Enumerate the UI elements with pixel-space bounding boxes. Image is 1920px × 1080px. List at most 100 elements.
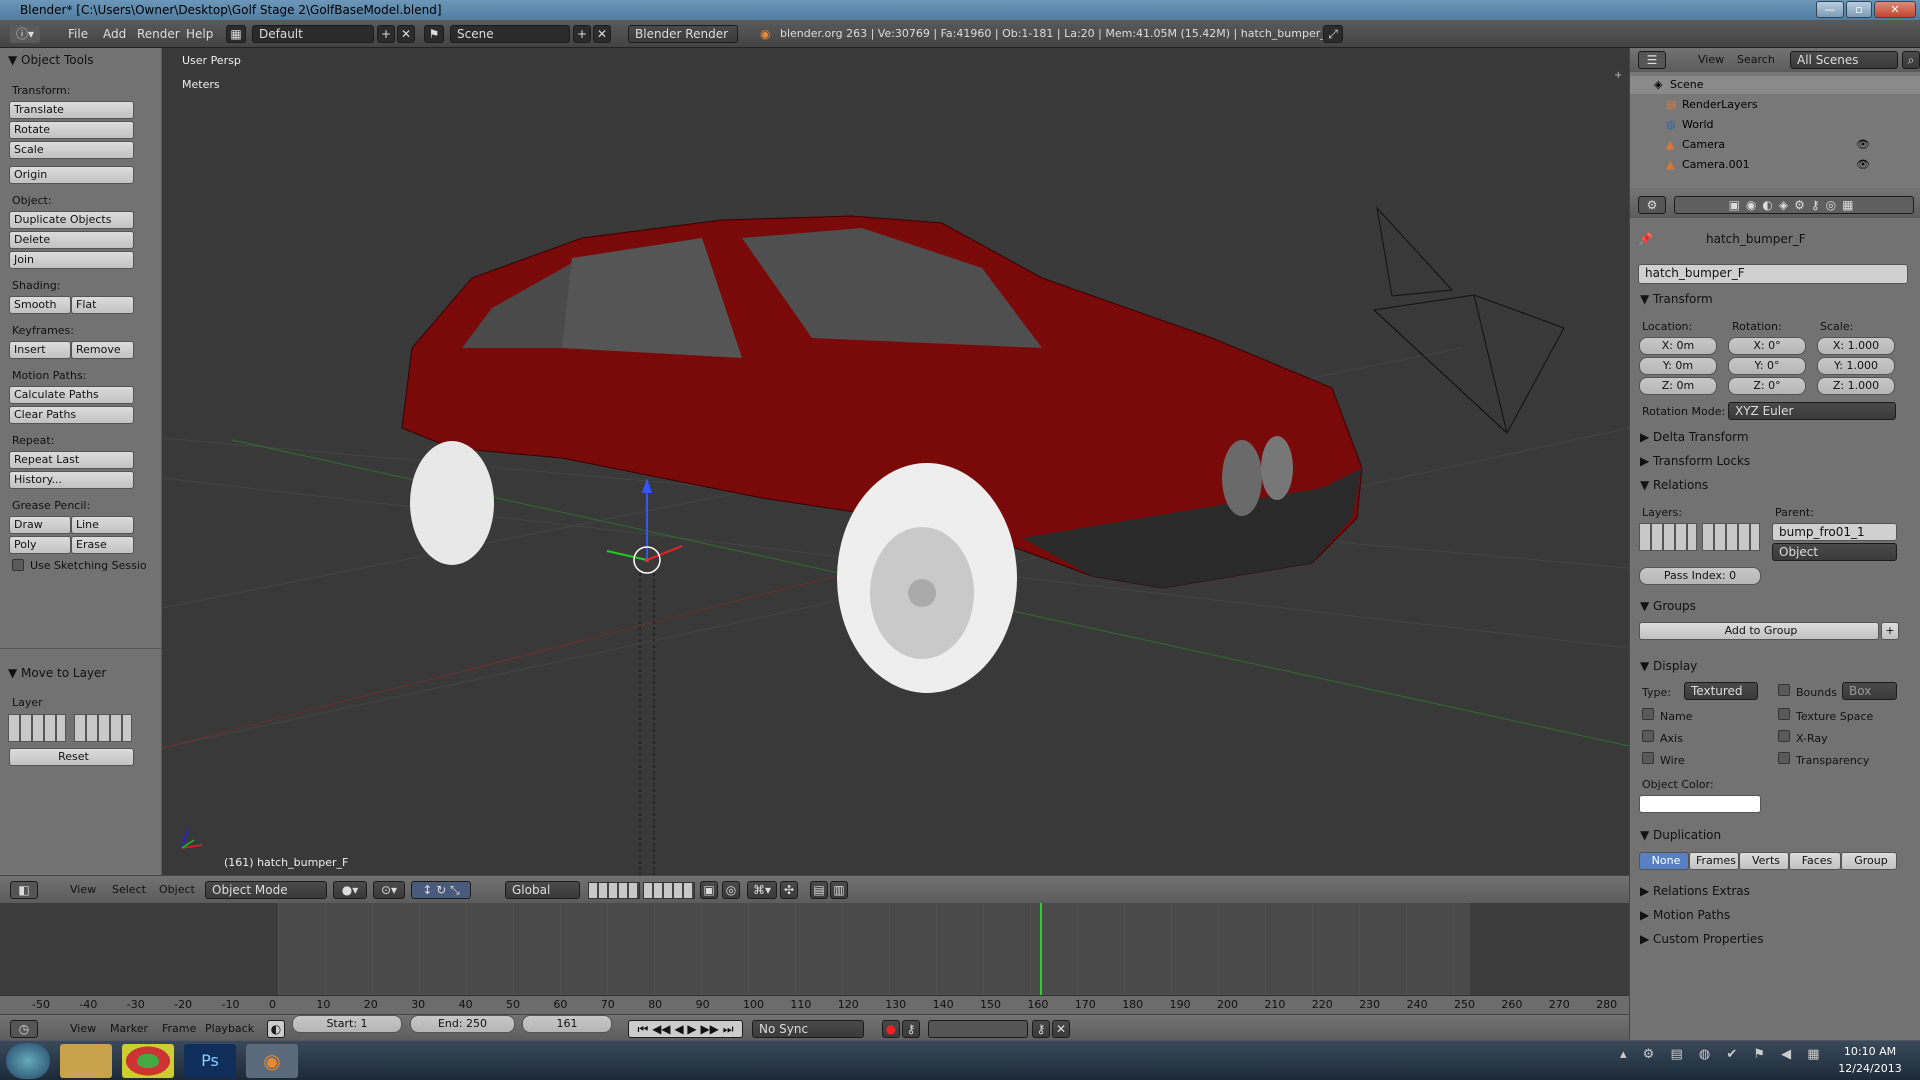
wire-checkbox[interactable] [1642,752,1654,764]
scene-icon[interactable]: ⚑ [424,25,444,43]
current-frame-marker[interactable] [1040,903,1043,995]
clear-paths-button[interactable]: Clear Paths [9,406,134,424]
keying-set-field[interactable] [928,1020,1028,1038]
properties-editor-icon[interactable]: ⚙ [1638,196,1666,214]
menu-select[interactable]: Select [112,881,146,899]
insert-key-icon[interactable]: ⚷ [1032,1020,1050,1038]
menu-file[interactable]: File [68,25,88,43]
join-button[interactable]: Join [9,251,134,269]
properties-context-tabs[interactable]: ▣◉◐◈⚙⚷◎▦ [1674,196,1914,214]
draw-button[interactable]: Draw [9,516,71,534]
dupli-frames-button[interactable]: Frames [1689,852,1739,870]
render-engine-select[interactable]: Blender Render [628,25,738,43]
outliner-row-renderlayers[interactable]: ▤ RenderLayers [1630,96,1920,114]
custom-properties-panel[interactable]: ▶ Custom Properties [1640,932,1763,946]
outliner-filter-select[interactable]: All Scenes [1790,51,1898,69]
rotation-mode-select[interactable]: XYZ Euler [1728,402,1896,420]
shading-select-icon[interactable]: ●▾ [333,881,367,899]
start-frame-field[interactable]: Start: 1 [292,1015,402,1033]
motion-paths-panel[interactable]: ▶ Motion Paths [1640,908,1730,922]
menu-help[interactable]: Help [186,25,213,43]
layout-icon[interactable]: ▦ [226,25,246,43]
keying-icon[interactable]: ⚷ [902,1020,920,1038]
add-to-group-button[interactable]: Add to Group [1639,622,1879,640]
parent-type-select[interactable]: Object [1772,543,1897,561]
translate-button[interactable]: Translate [9,101,134,119]
delete-button[interactable]: Delete [9,231,134,249]
outliner-row-camera001[interactable]: ▲ Camera.001 👁 [1630,156,1920,174]
lock-camera-icon[interactable]: ▣ [700,881,718,899]
axis-checkbox[interactable] [1642,730,1654,742]
fullscreen-icon[interactable]: ⤢ [1323,25,1343,43]
layers-grid-a[interactable] [588,882,640,899]
start-button-icon[interactable] [6,1043,50,1079]
photoshop-icon[interactable]: Ps [184,1044,236,1078]
flat-button[interactable]: Flat [71,296,134,314]
sync-select[interactable]: No Sync [752,1020,864,1038]
layout-field[interactable]: Default [252,25,374,43]
object-layers-grid-a[interactable] [1639,523,1697,551]
object-color-swatch[interactable] [1639,795,1761,813]
dupli-faces-button[interactable]: Faces [1789,852,1841,870]
transparency-checkbox[interactable] [1778,752,1790,764]
manipulator-icons[interactable]: ↕ ↻ ⤡ [411,881,471,899]
scene-field[interactable]: Scene [450,25,570,43]
layer-grid-right[interactable] [74,714,132,742]
snap-icon[interactable]: ⌘▾ [747,881,777,899]
pass-index-field[interactable]: Pass Index: 0 [1639,567,1761,585]
texture-space-checkbox[interactable] [1778,708,1790,720]
delta-transform-panel[interactable]: ▶ Delta Transform [1640,430,1749,444]
close-button[interactable]: ✕ [1874,1,1916,18]
toolshelf-toggle-icon[interactable]: + [1614,70,1622,81]
current-frame-field[interactable]: 161 [522,1015,612,1033]
remove-keyframe-button[interactable]: Remove [71,341,134,359]
rotation-y-field[interactable]: Y: 0° [1728,357,1806,375]
display-panel-title[interactable]: ▼ Display [1640,659,1697,673]
system-tray-icons[interactable]: ▴ ⚙ ▤ ◍ ✔ ⚑ ◀ ▦ [1620,1047,1830,1075]
sketching-checkbox[interactable] [12,559,24,571]
add-scene-icon[interactable]: + [573,25,591,43]
clock-date[interactable]: 12/24/2013 [1835,1062,1905,1075]
outliner-row-world[interactable]: ◍ World [1630,116,1920,134]
relations-panel-title[interactable]: ▼ Relations [1640,478,1708,492]
timeline-menu-frame[interactable]: Frame [162,1020,196,1038]
timeline-editor-icon[interactable]: ◷ [10,1020,38,1038]
snap-target-icon[interactable]: ✣ [780,881,798,899]
calculate-paths-button[interactable]: Calculate Paths [9,386,134,404]
chrome-icon[interactable] [122,1044,174,1078]
outliner-search-icon[interactable]: ⌕ [1902,51,1920,69]
bounds-checkbox[interactable] [1778,684,1790,696]
location-x-field[interactable]: X: 0m [1639,337,1717,355]
repeat-last-button[interactable]: Repeat Last [9,451,134,469]
add-layout-icon[interactable]: + [377,25,395,43]
rear-wheel[interactable] [410,441,494,565]
dupli-group-button[interactable]: Group [1841,852,1897,870]
outliner-menu-search[interactable]: Search [1737,51,1775,69]
object-tools-title[interactable]: ▼ Object Tools [8,53,94,67]
proportional-edit-icon[interactable]: ◎ [722,881,740,899]
scale-x-field[interactable]: X: 1.000 [1817,337,1895,355]
menu-render[interactable]: Render [137,25,180,43]
3d-viewport[interactable]: User Persp Meters (161) hatch_bumper_F + [162,48,1629,875]
smooth-button[interactable]: Smooth [9,296,71,314]
dupli-none-button[interactable]: None [1639,852,1689,870]
outliner-row-camera[interactable]: ▲ Camera 👁 [1630,136,1920,154]
car-body[interactable] [401,215,1363,693]
location-y-field[interactable]: Y: 0m [1639,357,1717,375]
parent-field[interactable]: bump_fro01_1 [1772,523,1897,541]
location-z-field[interactable]: Z: 0m [1639,377,1717,395]
timeline-editor[interactable]: -50 -40 -30 -20 -10 0 10 20 30 40 50 60 70 80 90 100 110… [0,903,1629,1027]
transform-locks-panel[interactable]: ▶ Transform Locks [1640,454,1750,468]
editor-type-icon[interactable]: ◧ [10,881,38,899]
layer-grid-left[interactable] [8,714,66,742]
object-layers-grid-b[interactable] [1702,523,1760,551]
remove-layout-icon[interactable]: ✕ [397,25,415,43]
dupli-verts-button[interactable]: Verts [1739,852,1789,870]
blender-taskbar-icon[interactable]: ◉ [246,1044,298,1078]
rotation-z-field[interactable]: Z: 0° [1728,377,1806,395]
outliner-editor-icon[interactable]: ☰ [1638,51,1666,69]
groups-panel-title[interactable]: ▼ Groups [1640,599,1696,613]
minimize-button[interactable]: — [1816,1,1844,18]
orientation-select[interactable]: Global [505,881,580,899]
name-checkbox[interactable] [1642,708,1654,720]
